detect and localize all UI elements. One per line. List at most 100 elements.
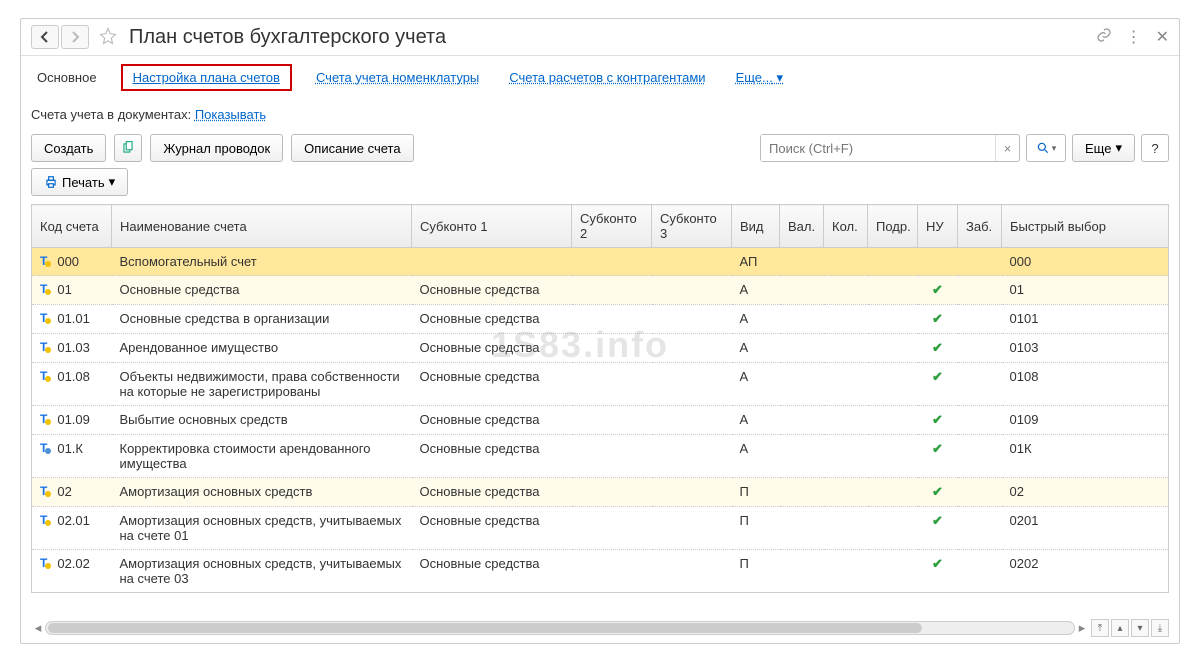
account-type-icon: T [40, 441, 53, 455]
cell-quick: 0201 [1002, 507, 1169, 550]
cell-name: Выбытие основных средств [112, 406, 412, 435]
page-title: План счетов бухгалтерского учета [129, 26, 446, 49]
tab-main[interactable]: Основное [31, 66, 103, 89]
link-icon[interactable] [1096, 27, 1112, 48]
col-name[interactable]: Наименование счета [112, 205, 412, 248]
scroll-left-icon[interactable]: ◂ [31, 620, 45, 636]
col-kol[interactable]: Кол. [824, 205, 868, 248]
print-button[interactable]: Печать ▾ [31, 168, 128, 196]
cell-quick: 0202 [1002, 550, 1169, 593]
table-row[interactable]: T01.01Основные средства в организацииОсн… [32, 305, 1169, 334]
search-input[interactable] [761, 135, 995, 161]
cell-name: Корректировка стоимости арендованного им… [112, 435, 412, 478]
table-row[interactable]: T02.02Амортизация основных средств, учит… [32, 550, 1169, 593]
cell-sub3 [652, 550, 732, 593]
cell-podr [868, 550, 918, 593]
tab-settings[interactable]: Настройка плана счетов [121, 64, 292, 91]
account-type-icon: T [40, 369, 53, 383]
nav-back-button[interactable] [31, 25, 59, 49]
table-row[interactable]: T01.09Выбытие основных средствОсновные с… [32, 406, 1169, 435]
cell-sub3 [652, 435, 732, 478]
cell-val [780, 248, 824, 276]
tab-counterparties[interactable]: Счета расчетов с контрагентами [503, 66, 711, 89]
cell-sub3 [652, 248, 732, 276]
table-row[interactable]: T01.ККорректировка стоимости арендованно… [32, 435, 1169, 478]
cell-kind: П [732, 478, 780, 507]
info-row: Счета учета в документах: Показывать [21, 101, 1179, 128]
tab-nomenclature[interactable]: Счета учета номенклатуры [310, 66, 485, 89]
col-val[interactable]: Вал. [780, 205, 824, 248]
cell-name: Амортизация основных средств [112, 478, 412, 507]
cell-podr [868, 363, 918, 406]
cell-quick: 02 [1002, 478, 1169, 507]
more-button[interactable]: Еще ▾ [1072, 134, 1135, 162]
scroll-right-icon[interactable]: ▸ [1075, 620, 1089, 636]
col-kind[interactable]: Вид [732, 205, 780, 248]
col-sub2[interactable]: Субконто 2 [572, 205, 652, 248]
cell-val [780, 334, 824, 363]
table-row[interactable]: T02Амортизация основных средствОсновные … [32, 478, 1169, 507]
cell-sub3 [652, 507, 732, 550]
cell-quick: 01 [1002, 276, 1169, 305]
nav-forward-button[interactable] [61, 25, 89, 49]
kebab-menu-icon[interactable]: ⋮ [1126, 27, 1142, 47]
col-quick[interactable]: Быстрый выбор [1002, 205, 1169, 248]
search-box: × [760, 134, 1020, 162]
cell-name: Арендованное имущество [112, 334, 412, 363]
create-button[interactable]: Создать [31, 134, 106, 162]
cell-nu: ✔ [918, 305, 958, 334]
cell-code: 000 [57, 254, 79, 269]
table-row[interactable]: T01.08Объекты недвижимости, права собств… [32, 363, 1169, 406]
cell-quick: 01К [1002, 435, 1169, 478]
search-button[interactable]: ▾ [1026, 134, 1066, 162]
nav-up-icon[interactable]: ▴ [1111, 619, 1129, 637]
description-button[interactable]: Описание счета [291, 134, 413, 162]
info-label: Счета учета в документах: [31, 107, 191, 122]
col-zab[interactable]: Заб. [958, 205, 1002, 248]
journal-button[interactable]: Журнал проводок [150, 134, 283, 162]
cell-sub1: Основные средства [412, 507, 572, 550]
col-code[interactable]: Код счета [32, 205, 112, 248]
cell-sub2 [572, 363, 652, 406]
cell-nu: ✔ [918, 363, 958, 406]
accounts-table: Код счета Наименование счета Субконто 1 … [21, 204, 1179, 593]
col-sub3[interactable]: Субконто 3 [652, 205, 732, 248]
info-link-show[interactable]: Показывать [195, 107, 266, 122]
col-nu[interactable]: НУ [918, 205, 958, 248]
cell-kol [824, 406, 868, 435]
favorite-star-icon[interactable] [99, 27, 117, 48]
cell-nu: ✔ [918, 507, 958, 550]
cell-kind: П [732, 507, 780, 550]
cell-nu: ✔ [918, 334, 958, 363]
table-row[interactable]: T01.03Арендованное имуществоОсновные сре… [32, 334, 1169, 363]
cell-zab [958, 435, 1002, 478]
copy-button[interactable] [114, 134, 142, 162]
col-sub1[interactable]: Субконто 1 [412, 205, 572, 248]
help-button[interactable]: ? [1141, 134, 1169, 162]
cell-zab [958, 550, 1002, 593]
cell-sub2 [572, 435, 652, 478]
nav-first-icon[interactable]: ⤒ [1091, 619, 1109, 637]
cell-podr [868, 435, 918, 478]
horizontal-scrollbar[interactable] [45, 621, 1075, 635]
cell-kol [824, 550, 868, 593]
table-row[interactable]: T02.01Амортизация основных средств, учит… [32, 507, 1169, 550]
cell-sub3 [652, 305, 732, 334]
cell-code: 02 [57, 484, 71, 499]
cell-podr [868, 507, 918, 550]
tab-more[interactable]: Еще... ▾ [730, 66, 789, 90]
cell-zab [958, 248, 1002, 276]
nav-last-icon[interactable]: ⤓ [1151, 619, 1169, 637]
nav-down-icon[interactable]: ▾ [1131, 619, 1149, 637]
col-podr[interactable]: Подр. [868, 205, 918, 248]
cell-kol [824, 507, 868, 550]
search-clear-icon[interactable]: × [995, 135, 1019, 161]
table-row[interactable]: T01Основные средстваОсновные средстваА✔0… [32, 276, 1169, 305]
cell-val [780, 507, 824, 550]
account-type-icon: T [40, 556, 53, 570]
cell-podr [868, 406, 918, 435]
close-icon[interactable]: ✕ [1156, 27, 1169, 47]
cell-quick: 000 [1002, 248, 1169, 276]
cell-sub2 [572, 248, 652, 276]
table-row[interactable]: T000Вспомогательный счетАП000 [32, 248, 1169, 276]
